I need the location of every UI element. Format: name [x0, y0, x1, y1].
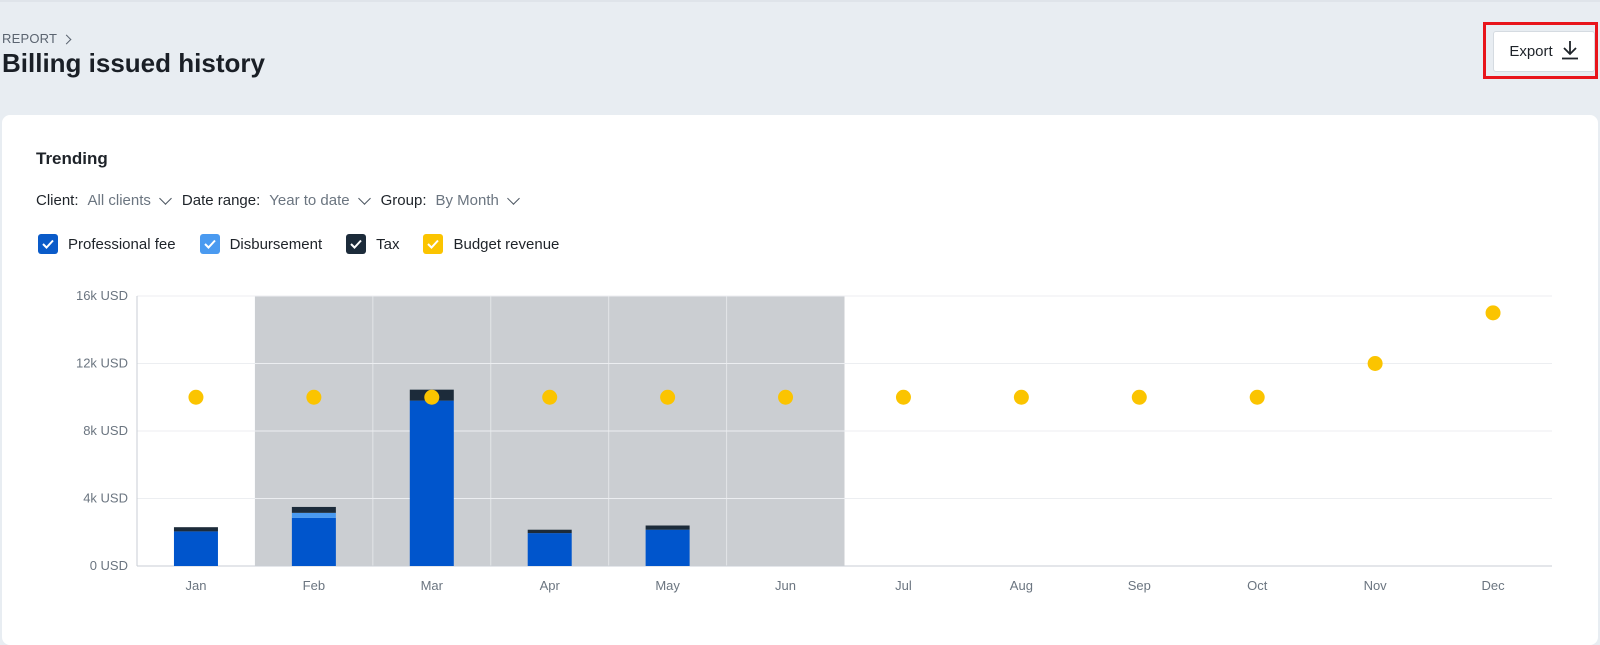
x-tick-label: Feb — [303, 578, 325, 593]
x-tick-label: Jan — [185, 578, 206, 593]
x-tick-label: Aug — [1010, 578, 1033, 593]
point-budget-revenue-jul — [895, 389, 911, 405]
point-budget-revenue-sep — [1131, 389, 1147, 405]
bar-professional-fee-apr — [527, 533, 572, 566]
x-tick-label: Dec — [1481, 578, 1505, 593]
point-budget-revenue-jun — [778, 389, 794, 405]
y-tick-label: 4k USD — [83, 491, 128, 506]
x-tick-label: Oct — [1247, 578, 1268, 593]
x-tick-label: Jul — [895, 578, 912, 593]
point-budget-revenue-apr — [542, 389, 558, 405]
point-budget-revenue-mar — [424, 389, 440, 405]
point-budget-revenue-aug — [1013, 389, 1029, 405]
x-tick-label: Sep — [1128, 578, 1151, 593]
y-tick-label: 0 USD — [90, 558, 128, 573]
y-tick-label: 12k USD — [76, 356, 128, 371]
bar-tax-jan — [173, 527, 218, 532]
point-budget-revenue-nov — [1367, 356, 1383, 371]
bar-disbursement-feb — [291, 512, 336, 518]
x-tick-label: May — [655, 578, 680, 593]
bar-professional-fee-may — [645, 529, 690, 566]
bar-tax-apr — [527, 529, 572, 534]
x-tick-label: Mar — [421, 578, 444, 593]
point-budget-revenue-dec — [1485, 305, 1501, 321]
y-tick-label: 8k USD — [83, 423, 128, 438]
bar-professional-fee-jan — [173, 531, 218, 566]
x-tick-label: Apr — [540, 578, 561, 593]
bar-tax-may — [645, 525, 690, 530]
bar-tax-feb — [291, 506, 336, 513]
x-tick-label: Jun — [775, 578, 796, 593]
point-budget-revenue-jan — [188, 389, 204, 405]
y-tick-label: 16k USD — [76, 288, 128, 303]
point-budget-revenue-may — [660, 389, 676, 405]
bar-professional-fee-mar — [409, 400, 454, 566]
x-tick-label: Nov — [1364, 578, 1388, 593]
billing-chart: 0 USD 4k USD 8k USD 12k USD 16k USD Jan Feb Mar… — [76, 288, 1552, 593]
point-budget-revenue-feb — [306, 389, 322, 405]
point-budget-revenue-oct — [1249, 389, 1265, 405]
bar-professional-fee-feb — [291, 517, 336, 566]
